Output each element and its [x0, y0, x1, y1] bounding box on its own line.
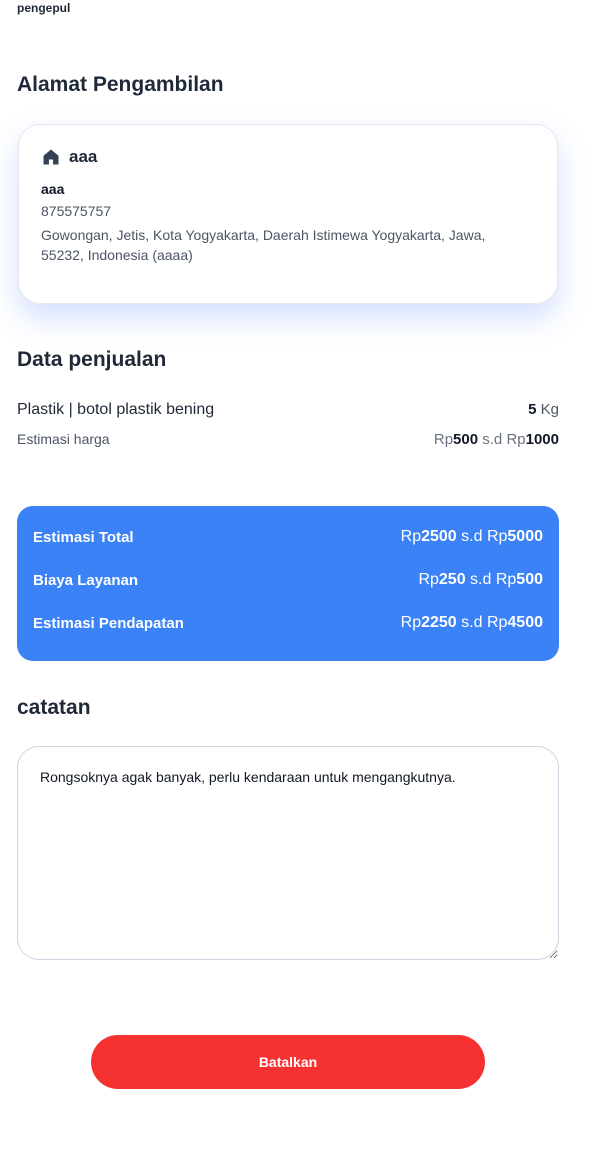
- summary-max: 4500: [507, 614, 543, 631]
- recipient-phone: 875575757: [41, 203, 112, 219]
- address-card[interactable]: aaa aaa 875575757 Gowongan, Jetis, Kota …: [18, 124, 558, 304]
- summary-label: Estimasi Total: [33, 528, 134, 546]
- notes-section-title: catatan: [17, 696, 91, 719]
- summary-card: Estimasi Total Rp2500 s.d Rp5000 Biaya L…: [17, 506, 559, 661]
- sales-item-row: Plastik | botol plastik bening 5 Kg: [17, 401, 559, 419]
- summary-min: 250: [438, 571, 466, 588]
- currency-prefix: Rp: [506, 431, 526, 448]
- summary-max: 5000: [507, 528, 543, 545]
- home-icon: [43, 149, 59, 165]
- range-separator: s.d: [470, 571, 492, 588]
- summary-row-total: Estimasi Total Rp2500 s.d Rp5000: [33, 526, 543, 548]
- summary-min: 2250: [421, 614, 457, 631]
- summary-min: 2500: [421, 528, 457, 545]
- summary-value: Rp2250 s.d Rp4500: [401, 614, 543, 632]
- address-label-name: aaa: [69, 147, 98, 166]
- summary-row-income: Estimasi Pendapatan Rp2250 s.d Rp4500: [33, 612, 543, 634]
- estimate-price-row: Estimasi harga Rp500 s.d Rp1000: [17, 431, 559, 448]
- estimate-price-value: Rp500 s.d Rp1000: [434, 431, 559, 448]
- address-section-title: Alamat Pengambilan: [17, 73, 224, 96]
- full-address: Gowongan, Jetis, Kota Yogyakarta, Daerah…: [41, 227, 486, 263]
- currency-prefix: Rp: [418, 571, 439, 588]
- currency-prefix: Rp: [486, 528, 508, 545]
- sales-item-label: Plastik | botol plastik bening: [17, 401, 215, 418]
- summary-value: Rp250 s.d Rp500: [418, 571, 543, 589]
- sales-item-quantity: 5 Kg: [528, 401, 559, 418]
- quantity-value: 5: [528, 401, 537, 418]
- currency-prefix: Rp: [495, 571, 517, 588]
- notes-textarea[interactable]: Rongsoknya agak banyak, perlu kendaraan …: [17, 746, 559, 960]
- range-separator: s.d: [461, 528, 483, 545]
- page-header-label: pengepul: [17, 1, 71, 15]
- estimate-min: 500: [453, 431, 479, 448]
- currency-prefix: Rp: [486, 614, 508, 631]
- estimate-price-label: Estimasi harga: [17, 431, 110, 447]
- address-label-row: aaa: [41, 147, 535, 167]
- currency-prefix: Rp: [400, 528, 422, 545]
- recipient-name: aaa: [41, 181, 65, 197]
- summary-label: Estimasi Pendapatan: [33, 614, 184, 632]
- range-separator: s.d: [461, 614, 483, 631]
- summary-row-service-fee: Biaya Layanan Rp250 s.d Rp500: [33, 569, 543, 591]
- summary-value: Rp2500 s.d Rp5000: [401, 528, 543, 546]
- range-separator: s.d: [482, 431, 503, 448]
- summary-label: Biaya Layanan: [33, 571, 139, 589]
- summary-max: 500: [516, 571, 543, 588]
- quantity-unit: Kg: [540, 401, 559, 418]
- currency-prefix: Rp: [433, 431, 454, 448]
- sales-section-title: Data penjualan: [17, 348, 167, 371]
- cancel-button[interactable]: Batalkan: [91, 1035, 485, 1089]
- estimate-max: 1000: [525, 431, 559, 448]
- currency-prefix: Rp: [400, 614, 422, 631]
